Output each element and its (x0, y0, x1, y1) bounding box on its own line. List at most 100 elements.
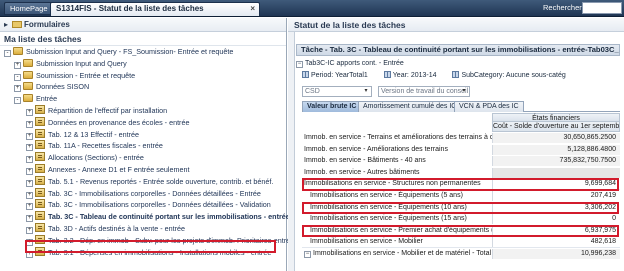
pov-subcategory[interactable]: SubCategory: Aucune sous-catég (452, 71, 566, 79)
expand-icon[interactable]: + (26, 108, 33, 116)
tab-vcn-pda[interactable]: VCN & PDA des IC (454, 101, 524, 112)
table-row: Immobilisations en service - Structures … (302, 179, 620, 190)
expand-icon[interactable]: + (14, 85, 21, 93)
tab-task-list-status[interactable]: S1314FIS - Statut de la liste des tâches… (50, 2, 260, 16)
tree-item-label: Submission Input and Query - FS_Soumissi… (26, 47, 234, 56)
tree-item-label: Données en provenance des écoles - entré… (48, 117, 190, 127)
row-label-text: Immobilisations en service - Mobilier (310, 238, 423, 246)
cell-value[interactable]: 207,419 (492, 191, 620, 201)
csd-dropdown[interactable]: CSD ▾ (302, 86, 372, 97)
tree-item[interactable]: + Données SISON (0, 81, 286, 93)
row-label-text: Immob. en service - Améliorations des te… (304, 145, 448, 153)
search-label: Rechercher (543, 3, 582, 12)
tree-item[interactable]: + Tab. 12 & 13 Effectif - entrée (0, 128, 286, 141)
cell-value[interactable]: 9,699,684 (492, 179, 620, 190)
expand-icon[interactable]: + (26, 238, 33, 246)
tab-amortissement[interactable]: Amortissement cumulé des IC (358, 101, 462, 112)
pov-period[interactable]: Period: YearTotal1 (302, 71, 368, 79)
table-row: Immobilisations en service - Équipements… (302, 214, 620, 225)
tree-item[interactable]: + Tab. 11A - Recettes fiscales - entrée (0, 140, 286, 152)
collapse-icon[interactable]: − (304, 251, 311, 258)
collapse-icon[interactable]: - (14, 73, 21, 81)
tree-item[interactable]: + Tab. 3C - Tableau de continuité portant… (0, 211, 290, 223)
tree-item-label: Soumission - Entrée et requête (36, 70, 136, 80)
expand-icon[interactable]: + (26, 132, 33, 140)
row-label-text: Immob. en service - Bâtiments - 40 ans (304, 157, 426, 165)
expand-icon[interactable]: + (26, 144, 33, 152)
tree-item-label: Tab. 3C - Immobilisations corporelles - … (48, 188, 261, 198)
tab-valeur-brute[interactable]: Valeur brute IC (302, 101, 362, 112)
expand-icon[interactable]: + (14, 61, 21, 69)
row-label-text: Immobilisations en service - Équipements… (310, 203, 467, 211)
tree-item[interactable]: + Annexes - Annexe D1 et F entrée seuleme… (0, 163, 286, 176)
chevron-right-icon[interactable]: ▸ (4, 18, 12, 31)
cell-value[interactable]: 3,306,202 (492, 202, 620, 213)
expand-icon[interactable]: + (26, 156, 33, 164)
form-icon (35, 175, 45, 185)
row-label: Immobilisations en service - Équipements… (302, 214, 492, 225)
tree-item[interactable]: + Tab. 3.1 - Dépenses en immobilisations … (0, 246, 286, 259)
table-row: Immobilisations en service - Mobilier 482… (302, 237, 620, 248)
cell-value: 10,996,238 (492, 249, 620, 259)
form-icon (35, 152, 45, 162)
tab-homepage[interactable]: HomePage (4, 2, 54, 15)
tree-item[interactable]: + Tab. 3C - Immobilisations corporelles -… (0, 199, 286, 211)
version-dropdown[interactable]: Version de travail du conseil ▾ (378, 86, 470, 97)
pov-header-label: Tab3C-IC apports cont. - Entrée (305, 60, 404, 67)
pov-year[interactable]: Year: 2013-14 (383, 71, 437, 79)
task-list-panel: ▸ Formulaires Ma liste des tâches - Submis… (0, 18, 294, 271)
tree-item-label: Tab. 11A - Recettes fiscales - entrée (48, 141, 163, 151)
tree-item[interactable]: + Données en provenance des écoles - entr… (0, 116, 286, 129)
cell-value[interactable]: 482,618 (492, 237, 620, 248)
form-tabs: Valeur brute IC Amortissement cumulé des… (302, 101, 620, 112)
expand-icon[interactable]: + (26, 120, 33, 128)
row-label-text: Immob. en service - Terrains et améliora… (304, 134, 492, 141)
tree-item[interactable]: + Répartition de l'effectif par installat… (0, 104, 286, 117)
search-input[interactable] (582, 2, 622, 14)
dimension-icon (383, 71, 391, 78)
row-label: Immob. en service - Améliorations des te… (302, 144, 492, 155)
top-bar: HomePage S1314FIS - Statut de la liste d… (0, 0, 624, 17)
tree-item-label: Tab. 3.2 - Dép. en immob - Subv. pour le… (48, 235, 295, 245)
vertical-scrollbar[interactable] (288, 32, 295, 271)
formulaires-header[interactable]: ▸ Formulaires (0, 18, 286, 32)
tree-item-label: Entrée (36, 94, 58, 104)
form-icon (35, 211, 45, 221)
tree-item[interactable]: + Tab. 3D - Actifs destinés à la vente - … (0, 222, 286, 235)
expand-icon[interactable]: + (26, 167, 33, 175)
cell-value: 30,650,865.2500 (492, 133, 620, 143)
folder-icon (13, 47, 23, 55)
row-label: Immob. en service - Terrains et améliora… (302, 133, 492, 143)
collapse-icon[interactable]: - (14, 97, 21, 105)
expand-icon[interactable]: + (26, 191, 33, 199)
tree-item[interactable]: - Submission Input and Query - FS_Soumiss… (0, 46, 286, 58)
row-label-text: Immobilisations en service - Mobilier et… (313, 250, 492, 257)
expand-icon[interactable]: + (26, 250, 33, 258)
table-row: Immob. en service - Autres bâtiments (302, 167, 620, 179)
tree-item[interactable]: + Tab. 3C - Immobilisations corporelles -… (0, 187, 286, 200)
version-placeholder: Version de travail du conseil (381, 88, 469, 95)
cell-value[interactable]: 0 (492, 214, 620, 225)
expand-icon[interactable]: + (26, 215, 33, 223)
form-icon (35, 140, 45, 150)
tree-item[interactable]: - Soumission - Entrée et requête (0, 70, 286, 82)
chevron-down-icon[interactable]: ▾ (460, 87, 468, 96)
tree-item[interactable]: + Tab. 3.2 - Dép. en immob - Subv. pour l… (0, 234, 294, 247)
tree-item-label: Données SISON (36, 82, 90, 92)
tree-item[interactable]: + Submission Input and Query (0, 58, 286, 70)
table-row: Immobilisations en service - Premier ach… (302, 225, 620, 237)
cell-value[interactable]: 6,937,975 (492, 225, 620, 236)
expand-icon[interactable]: + (26, 179, 33, 187)
tree-item[interactable]: + Allocations (Sections) - entrée (0, 152, 286, 164)
tree-item-label: Tab. 3D - Actifs destinés à la vente - e… (48, 223, 186, 233)
expand-icon[interactable]: + (26, 226, 33, 234)
collapse-icon[interactable]: − (296, 61, 303, 68)
collapse-icon[interactable]: - (4, 50, 11, 57)
task-tree: - Submission Input and Query - FS_Soumiss… (0, 46, 294, 259)
tree-item[interactable]: - Entrée (0, 93, 286, 105)
expand-icon[interactable]: + (26, 203, 33, 211)
form-icon (35, 246, 45, 256)
chevron-down-icon[interactable]: ▾ (362, 87, 370, 96)
tree-item[interactable]: + Tab. 5.1 - Revenus reportés - Entrée so… (0, 175, 286, 188)
close-icon[interactable]: × (250, 3, 255, 15)
